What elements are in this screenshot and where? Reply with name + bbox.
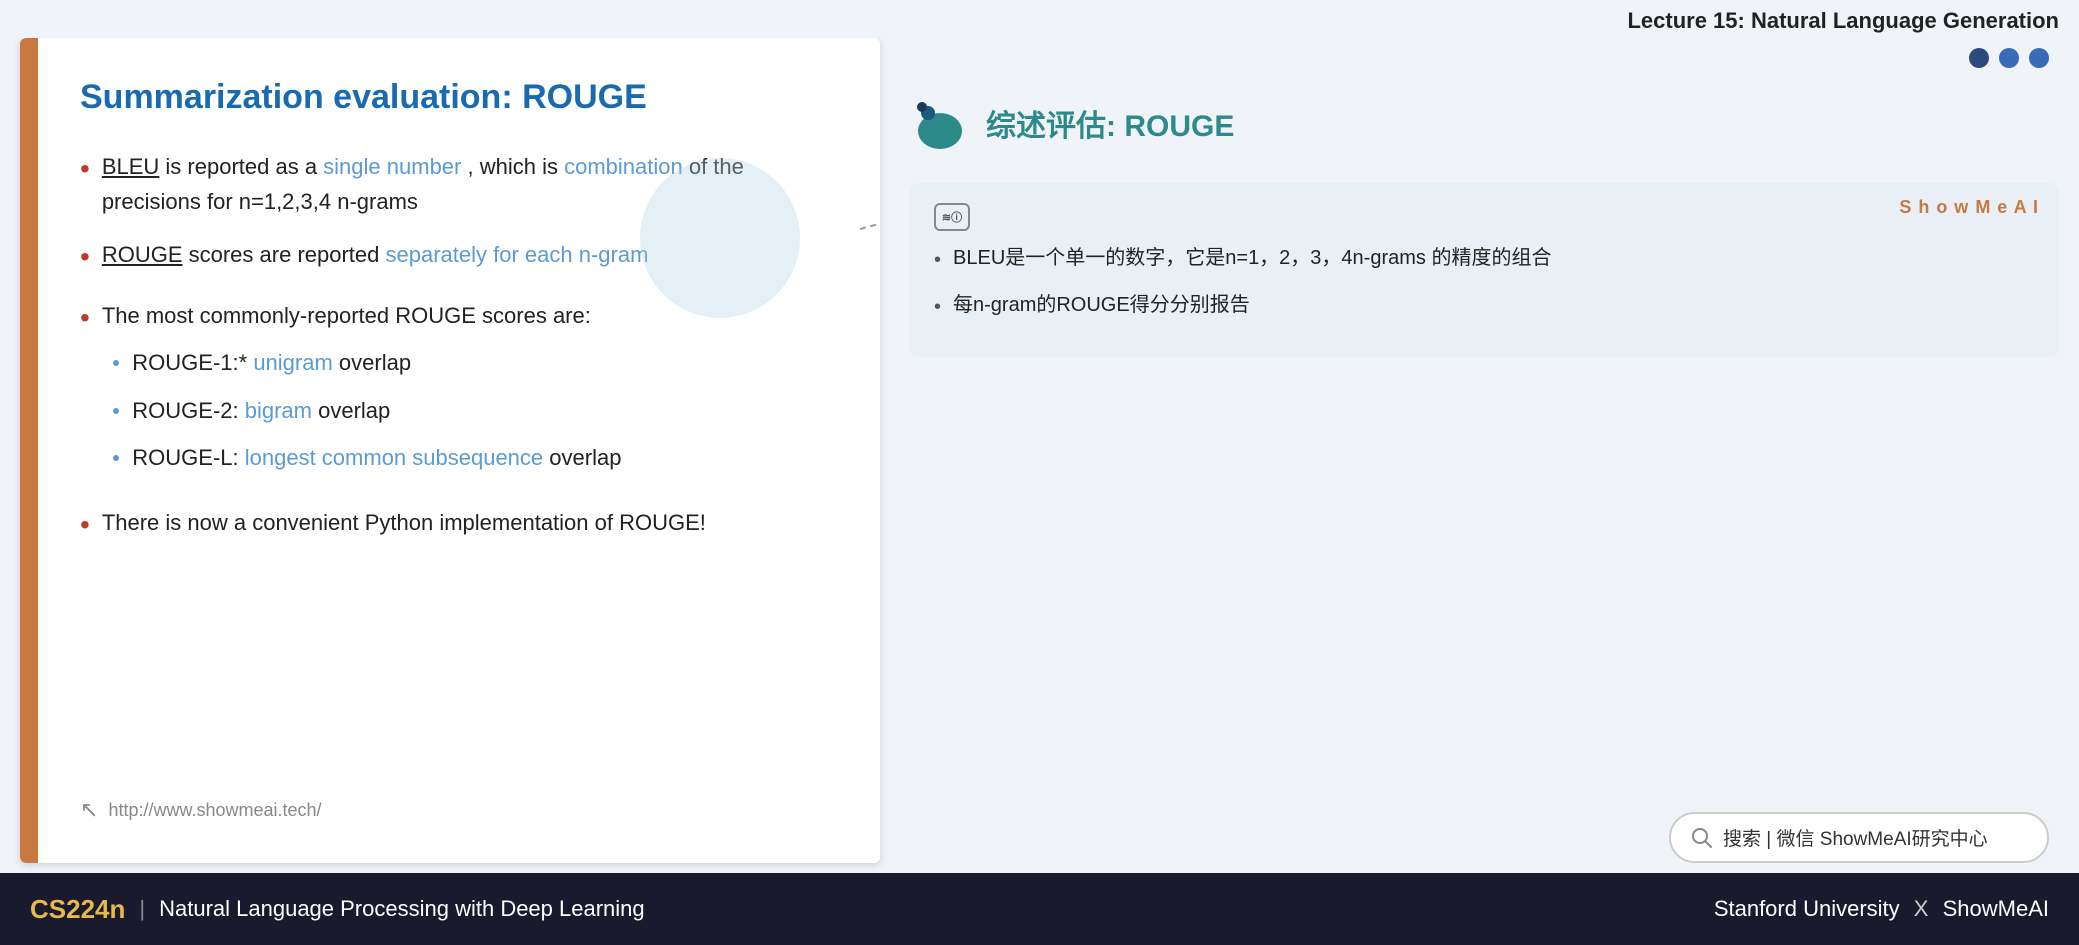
sub-bullet-dot-2: ● bbox=[112, 399, 120, 421]
bottom-bar: CS224n | Natural Language Processing wit… bbox=[0, 873, 2079, 945]
cn-dot-1: • bbox=[934, 245, 941, 276]
footer-url: http://www.showmeai.tech/ bbox=[108, 800, 321, 821]
cursor-icon: ↖ bbox=[80, 797, 98, 823]
dashed-connector-line bbox=[860, 207, 880, 230]
nav-dot-1[interactable] bbox=[1969, 48, 1989, 68]
bullet2-text-before: scores are reported bbox=[189, 242, 386, 267]
bullet-text-3: The most commonly-reported ROUGE scores … bbox=[102, 298, 830, 487]
bullet-item-3: • The most commonly-reported ROUGE score… bbox=[80, 298, 830, 487]
cn-bullet-1: • BLEU是一个单一的数字，它是n=1，2，3，4n-grams 的精度的组合 bbox=[934, 243, 2035, 276]
sub-bullet-text-3: ROUGE-L: longest common subsequence over… bbox=[132, 440, 621, 475]
cn-bullet-2: • 每n-gram的ROUGE得分分别报告 bbox=[934, 290, 2035, 323]
bullet1-text-before: is reported as a bbox=[165, 154, 323, 179]
main-content: Summarization evaluation: ROUGE • BLEU i… bbox=[0, 38, 2079, 873]
lecture-title: Lecture 15: Natural Language Generation bbox=[1627, 8, 2059, 33]
slide-panel: Summarization evaluation: ROUGE • BLEU i… bbox=[20, 38, 880, 863]
nav-dot-3[interactable] bbox=[2029, 48, 2049, 68]
cn-title-text: 综述评估: ROUGE bbox=[986, 101, 1234, 145]
nav-dots bbox=[910, 48, 2059, 68]
lcs-highlight: longest common subsequence bbox=[245, 445, 543, 470]
search-label: 搜索 | 微信 ShowMeAI研究中心 bbox=[1723, 824, 1988, 851]
cs224n-label: CS224n bbox=[30, 894, 125, 925]
bullet-dot-1: • bbox=[80, 147, 90, 192]
top-bar: Lecture 15: Natural Language Generation bbox=[0, 0, 2079, 38]
search-icon bbox=[1691, 827, 1713, 849]
search-bar-container: 搜索 | 微信 ShowMeAI研究中心 bbox=[910, 812, 2059, 863]
translation-card: S h o w M e A I ≋ⓘ • BLEU是一个单一的数字，它是n=1，… bbox=[910, 183, 2059, 357]
cn-dot-2: • bbox=[934, 292, 941, 323]
bullet-dot-2: • bbox=[80, 235, 90, 280]
bottom-divider: | bbox=[139, 896, 145, 922]
bottom-subtitle: Natural Language Processing with Deep Le… bbox=[159, 896, 645, 922]
bullet1-text-mid: , which is bbox=[467, 154, 564, 179]
decorative-circle bbox=[640, 158, 800, 318]
sub-bullet-text-2: ROUGE-2: bigram overlap bbox=[132, 393, 390, 428]
unigram-highlight: unigram bbox=[253, 350, 332, 375]
search-box[interactable]: 搜索 | 微信 ShowMeAI研究中心 bbox=[1669, 812, 2049, 863]
bullet-dot-4: • bbox=[80, 503, 90, 548]
showmeai-logo bbox=[910, 93, 970, 153]
sub-bullet-text-1: ROUGE-1:* unigram overlap bbox=[132, 345, 411, 380]
ai-icon-text: ≋ⓘ bbox=[942, 209, 962, 225]
nav-dot-2[interactable] bbox=[1999, 48, 2019, 68]
single-number-highlight: single number bbox=[323, 154, 461, 179]
bottom-left: CS224n | Natural Language Processing wit… bbox=[30, 894, 645, 925]
slide-accent-bar bbox=[20, 38, 38, 863]
showmeai-badge: S h o w M e A I bbox=[1899, 197, 2039, 218]
combination-highlight: combination bbox=[564, 154, 683, 179]
sub-bullet-dot-3: ● bbox=[112, 446, 120, 468]
bleu-text: BLEU bbox=[102, 154, 159, 179]
bigram-highlight: bigram bbox=[245, 398, 312, 423]
bullet-item-4: • There is now a convenient Python imple… bbox=[80, 505, 830, 548]
sub-bullets: ● ROUGE-1:* unigram overlap ● ROUGE-2: b… bbox=[112, 345, 830, 475]
bullet-text-4: There is now a convenient Python impleme… bbox=[102, 505, 830, 540]
sub-section-label: The most commonly-reported ROUGE scores … bbox=[102, 303, 591, 328]
cn-bullet-text-2: 每n-gram的ROUGE得分分别报告 bbox=[953, 290, 1250, 321]
ai-icon: ≋ⓘ bbox=[934, 203, 970, 231]
showmeai-brand-label: ShowMeAI bbox=[1943, 896, 2049, 921]
right-panel: 综述评估: ROUGE S h o w M e A I ≋ⓘ • BLEU是一个… bbox=[910, 38, 2059, 863]
sub-bullet-rouge2: ● ROUGE-2: bigram overlap bbox=[112, 393, 830, 428]
sub-bullet-rouge1: ● ROUGE-1:* unigram overlap bbox=[112, 345, 830, 380]
bottom-right: Stanford University X ShowMeAI bbox=[1714, 896, 2049, 922]
bullet-dot-3: • bbox=[80, 296, 90, 341]
separately-highlight: separately for each n-gram bbox=[386, 242, 649, 267]
cn-bullet-text-1: BLEU是一个单一的数字，它是n=1，2，3，4n-grams 的精度的组合 bbox=[953, 243, 1551, 274]
rouge-text: ROUGE bbox=[102, 242, 183, 267]
cn-title-section: 综述评估: ROUGE bbox=[910, 93, 2059, 153]
slide-footer: ↖ http://www.showmeai.tech/ bbox=[80, 777, 830, 823]
sub-bullet-rougel: ● ROUGE-L: longest common subsequence ov… bbox=[112, 440, 830, 475]
slide-title: Summarization evaluation: ROUGE bbox=[80, 78, 830, 117]
x-symbol: X bbox=[1914, 896, 1929, 921]
sub-bullet-dot-1: ● bbox=[112, 351, 120, 373]
stanford-label: Stanford University bbox=[1714, 896, 1900, 921]
